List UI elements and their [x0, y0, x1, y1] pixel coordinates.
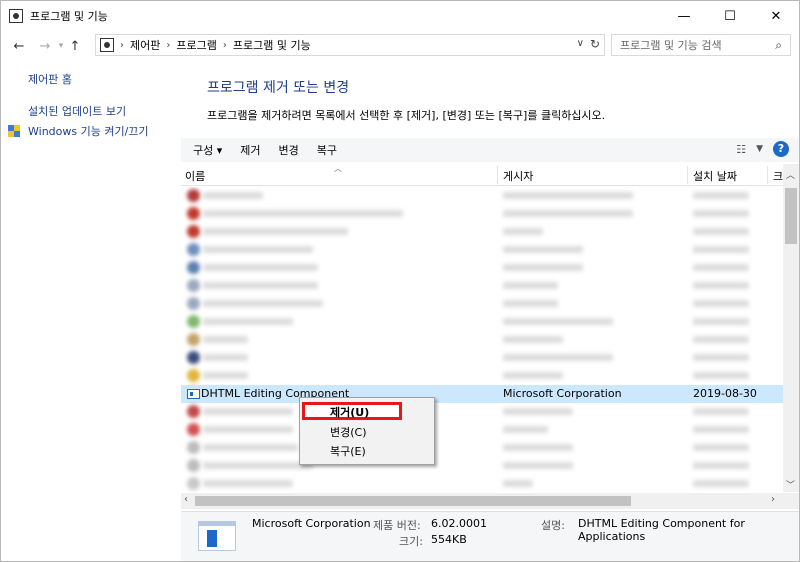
uninstall-button[interactable]: 제거 — [240, 142, 260, 158]
column-header-size[interactable]: 크 — [773, 168, 783, 184]
address-field[interactable]: › 제어판 › 프로그램 › 프로그램 및 기능 ∨ ↻ — [95, 34, 605, 56]
breadcrumb-programs[interactable]: 프로그램 — [176, 37, 216, 53]
up-arrow-icon[interactable]: ↑ — [67, 34, 83, 58]
context-menu: 제거(U) 변경(C) 복구(E) — [299, 397, 435, 465]
program-large-icon — [198, 521, 236, 551]
control-panel-icon — [9, 9, 23, 23]
list-item[interactable] — [181, 331, 783, 349]
details-pane: Microsoft Corporation 제품 버전: 6.02.0001 설… — [181, 511, 799, 561]
list-item[interactable] — [181, 349, 783, 367]
search-placeholder: 프로그램 및 기능 검색 — [620, 39, 722, 52]
maximize-button[interactable]: ☐ — [707, 1, 753, 31]
details-size: 554KB — [431, 533, 467, 546]
chevron-right-icon[interactable]: › — [166, 40, 170, 51]
help-icon[interactable]: ? — [773, 141, 789, 157]
command-bar: 구성 ▾ 제거 변경 복구 ☷ ▼ ? — [181, 138, 799, 162]
list-item[interactable] — [181, 403, 783, 421]
horizontal-scrollbar[interactable]: ‹ › — [181, 493, 783, 509]
details-description: DHTML Editing Component for Applications — [578, 517, 745, 543]
details-version: 6.02.0001 — [431, 517, 487, 530]
sort-ascending-icon: ︿ — [334, 164, 342, 173]
repair-button[interactable]: 복구 — [317, 142, 337, 158]
list-item[interactable] — [181, 205, 783, 223]
program-list[interactable]: DHTML Editing Component Microsoft Corpor… — [181, 187, 783, 493]
details-size-label: 크기: — [399, 535, 423, 548]
program-publisher: Microsoft Corporation — [503, 387, 622, 400]
column-header-publisher[interactable]: 게시자 — [503, 168, 533, 184]
details-description-label: 설명: — [541, 519, 565, 532]
breadcrumb-control-panel[interactable]: 제어판 — [130, 37, 160, 53]
organize-button[interactable]: 구성 ▾ — [193, 142, 222, 158]
list-item[interactable] — [181, 277, 783, 295]
back-arrow-icon[interactable]: ← — [9, 34, 29, 58]
list-item[interactable] — [181, 439, 783, 457]
chevron-right-icon[interactable]: › — [120, 40, 124, 51]
breadcrumb-programs-and-features[interactable]: 프로그램 및 기능 — [233, 37, 311, 53]
window-title: 프로그램 및 기능 — [30, 10, 108, 23]
list-item[interactable] — [181, 421, 783, 439]
program-install-date: 2019-08-30 — [693, 387, 757, 400]
windows-features-link[interactable]: Windows 기능 켜기/끄기 — [28, 123, 149, 139]
list-item[interactable] — [181, 187, 783, 205]
list-item[interactable] — [181, 295, 783, 313]
chevron-right-icon[interactable]: › — [223, 40, 227, 51]
page-description: 프로그램을 제거하려면 목록에서 선택한 후 [제거], [변경] 또는 [복구… — [207, 109, 606, 122]
chevron-down-icon[interactable]: ▼ — [756, 144, 763, 154]
close-button[interactable]: ✕ — [753, 1, 799, 31]
list-item[interactable] — [181, 259, 783, 277]
selected-program-row[interactable]: DHTML Editing Component Microsoft Corpor… — [181, 385, 783, 403]
view-installed-updates-link[interactable]: 설치된 업데이트 보기 — [28, 103, 126, 119]
column-header-installed-on[interactable]: 설치 날짜 — [693, 168, 737, 184]
list-header: ︿ 이름 게시자 설치 날짜 크 — [181, 164, 783, 186]
address-bar: ← → ▾ ↑ › 제어판 › 프로그램 › 프로그램 및 기능 ∨ ↻ 프로그… — [1, 31, 799, 61]
refresh-icon[interactable]: ↻ — [590, 37, 600, 51]
page-title: 프로그램 제거 또는 변경 — [207, 80, 350, 96]
context-menu-change[interactable]: 변경(C) — [330, 424, 367, 440]
vertical-scrollbar[interactable]: ︿ ﹀ — [783, 164, 799, 492]
scroll-left-icon[interactable]: ‹ — [184, 494, 188, 505]
column-header-name[interactable]: 이름 — [185, 168, 205, 184]
search-icon[interactable]: ⌕ — [775, 38, 782, 53]
programs-and-features-window: 프로그램 및 기능 — ☐ ✕ ← → ▾ ↑ › 제어판 › 프로그램 › 프… — [0, 0, 800, 562]
control-panel-icon — [100, 38, 114, 52]
control-panel-home-link[interactable]: 제어판 홈 — [28, 71, 72, 87]
context-menu-uninstall[interactable]: 제거(U) — [330, 404, 369, 420]
recent-locations-icon[interactable]: ▾ — [55, 34, 67, 58]
details-version-label: 제품 버전: — [373, 519, 421, 532]
list-item[interactable] — [181, 475, 783, 493]
horizontal-scroll-thumb[interactable] — [195, 496, 631, 506]
list-item[interactable] — [181, 367, 783, 385]
program-icon — [187, 389, 200, 399]
minimize-button[interactable]: — — [661, 1, 707, 31]
address-dropdown-icon[interactable]: ∨ — [577, 38, 584, 49]
scroll-right-icon[interactable]: › — [771, 494, 775, 505]
details-publisher: Microsoft Corporation — [252, 517, 371, 530]
forward-arrow-icon[interactable]: → — [35, 34, 55, 58]
scroll-up-icon[interactable]: ︿ — [786, 168, 795, 181]
search-input[interactable]: 프로그램 및 기능 검색 ⌕ — [611, 34, 791, 56]
scroll-down-icon[interactable]: ﹀ — [786, 478, 795, 491]
title-bar[interactable]: 프로그램 및 기능 — ☐ ✕ — [1, 1, 799, 31]
view-options-icon[interactable]: ☷ — [736, 143, 746, 156]
uac-shield-icon — [8, 125, 20, 137]
list-item[interactable] — [181, 457, 783, 475]
vertical-scroll-thumb[interactable] — [785, 188, 797, 244]
list-item[interactable] — [181, 313, 783, 331]
list-item[interactable] — [181, 241, 783, 259]
change-button[interactable]: 변경 — [279, 142, 299, 158]
list-item[interactable] — [181, 223, 783, 241]
context-menu-repair[interactable]: 복구(E) — [330, 443, 366, 459]
